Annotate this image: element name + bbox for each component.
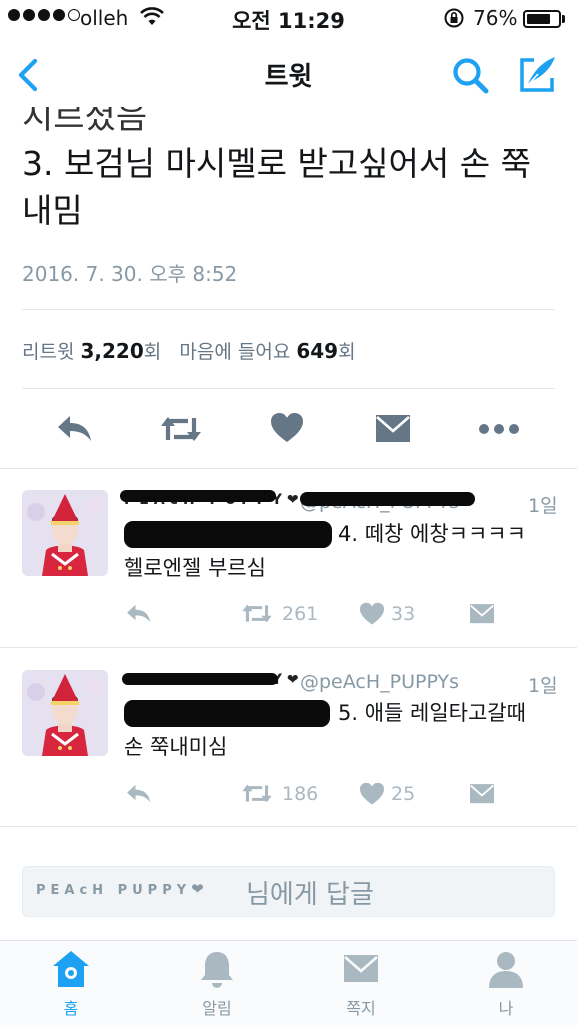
redaction-scribble [120, 490, 276, 502]
compose-tweet-icon[interactable] [516, 54, 558, 96]
avatar[interactable] [22, 490, 108, 576]
status-bar: olleh 오전 11:29 76% [0, 0, 577, 38]
more-options-icon[interactable] [478, 412, 520, 446]
heart-icon[interactable] [270, 412, 304, 444]
tab-notifications-label[interactable]: 알림 [177, 995, 257, 1019]
direct-message-icon[interactable] [468, 602, 496, 626]
tab-messages-label[interactable]: 쪽지 [321, 995, 401, 1019]
divider [22, 388, 555, 389]
redaction-scribble [122, 673, 278, 685]
reply-text: 5. 애들 레일타고갈때 [338, 701, 526, 725]
reply-icon[interactable] [125, 782, 153, 806]
heart-icon[interactable] [359, 602, 385, 626]
battery-tip [562, 15, 565, 23]
divider [22, 309, 555, 310]
tab-home-label[interactable]: 홈 [31, 995, 111, 1019]
bell-icon[interactable] [196, 948, 238, 990]
tab-me-label[interactable]: 나 [466, 995, 546, 1019]
like-stat-label: 마음에 들어요 [179, 341, 291, 363]
like-count: 33 [391, 603, 416, 625]
redaction-scribble [300, 492, 475, 506]
retweet-count-suffix: 회 [143, 341, 162, 363]
retweet-icon[interactable] [240, 601, 274, 626]
reply-input-recipient: PEAcH PUPPY❤ [36, 880, 204, 898]
heart-emoji-icon: ❤ [286, 672, 299, 688]
like-count: 25 [391, 783, 416, 805]
reply-icon[interactable] [55, 412, 95, 446]
direct-message-icon[interactable] [468, 782, 496, 806]
tweet-text: 3. 보검님 마시멜로 받고싶어서 손 쭉 내밈 [22, 140, 562, 234]
redaction-scribble [124, 700, 330, 727]
retweet-stat-label: 리트윗 [22, 341, 75, 363]
battery-percent: 76% [473, 6, 518, 30]
tweet-timestamp: 2016. 7. 30. 오후 8:52 [22, 262, 238, 286]
reply-input-recipient-name: PEAcH PUPPY [36, 883, 192, 898]
reply-text: 헬로엔젤 부르심 [124, 556, 266, 580]
like-count-suffix: 회 [338, 341, 356, 363]
direct-message-icon[interactable] [374, 412, 412, 446]
battery-icon [523, 10, 561, 28]
retweet-count: 3,220 [80, 339, 144, 363]
tweet-text-line: 내밈 [22, 191, 83, 230]
avatar[interactable] [22, 670, 108, 756]
rotation-lock-icon [444, 8, 464, 28]
home-icon[interactable] [50, 948, 92, 990]
tweet-stats[interactable]: 리트윗 3,220회 마음에 들어요 649회 [22, 337, 356, 364]
reply-text: 손 쭉내미심 [124, 735, 228, 759]
divider [0, 826, 577, 827]
search-icon[interactable] [451, 56, 491, 96]
divider [0, 468, 577, 469]
retweet-count: 261 [282, 603, 319, 625]
retweet-count: 186 [282, 783, 319, 805]
tweet-text-clipped: 지르셨음 [22, 107, 148, 132]
reply-time-ago: 1일 [528, 675, 558, 697]
person-icon[interactable] [485, 948, 527, 990]
reply-time-ago: 1일 [528, 495, 558, 517]
divider [0, 647, 577, 648]
retweet-icon[interactable] [158, 412, 204, 446]
envelope-icon[interactable] [340, 952, 382, 986]
heart-emoji-icon: ❤ [286, 492, 299, 508]
heart-icon[interactable] [359, 782, 385, 806]
avatar-image [22, 490, 108, 576]
heart-emoji-icon: ❤ [191, 880, 204, 898]
tweet-text-line: 3. 보검님 마시멜로 받고싶어서 손 쭉 [22, 144, 531, 183]
like-count: 649 [296, 339, 339, 363]
reply-handle[interactable]: @peAcH_PUPPYs [300, 671, 459, 693]
reply-text: 4. 떼창 에창ㅋㅋㅋㅋ [338, 522, 526, 546]
reply-icon[interactable] [125, 602, 153, 626]
avatar-image [22, 670, 108, 756]
retweet-icon[interactable] [240, 781, 274, 806]
redaction-scribble [124, 521, 332, 548]
reply-input-placeholder: 님에게 답글 [246, 880, 374, 910]
